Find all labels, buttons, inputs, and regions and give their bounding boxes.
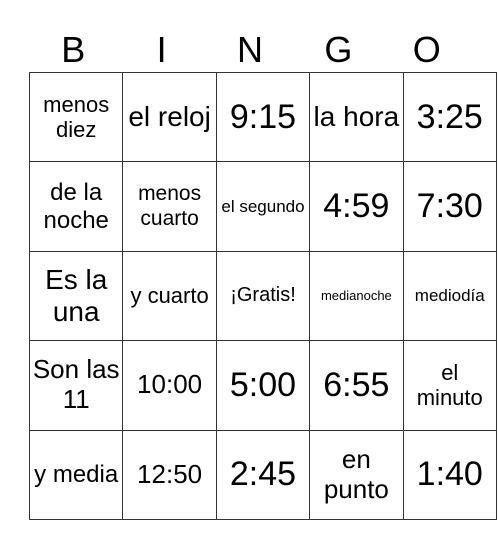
- bingo-cell[interactable]: y media: [28, 429, 124, 520]
- bingo-cell[interactable]: medianoche: [309, 250, 404, 342]
- bingo-cell[interactable]: el segundo: [215, 161, 311, 252]
- bingo-cell[interactable]: 5:00: [215, 340, 311, 431]
- bingo-cell[interactable]: el minuto: [402, 340, 497, 431]
- bingo-cell[interactable]: 12:50: [122, 429, 217, 520]
- header-letter: O: [412, 29, 441, 70]
- bingo-cell[interactable]: menos diez: [28, 71, 124, 163]
- bingo-cell[interactable]: la hora: [309, 71, 404, 163]
- bingo-cell[interactable]: Es la una: [28, 250, 124, 342]
- bingo-cell[interactable]: y cuarto: [122, 250, 217, 342]
- bingo-cell[interactable]: 2:45: [215, 429, 311, 520]
- bingo-cell[interactable]: 1:40: [402, 429, 497, 520]
- bingo-grid: menos diez el reloj 9:15 la hora 3:25 de la n…: [28, 71, 497, 520]
- bingo-row: Son las 11 10:00 5:00 6:55 el minuto: [28, 340, 497, 431]
- header-letter: I: [156, 29, 167, 70]
- bingo-row: de la noche menos cuarto el segundo 4:59 7:3…: [28, 161, 497, 252]
- bingo-header: B I N G O: [29, 28, 471, 72]
- bingo-cell[interactable]: 10:00: [122, 340, 217, 431]
- header-letter: N: [236, 29, 263, 70]
- bingo-cell[interactable]: ¡Gratis!: [215, 250, 311, 342]
- bingo-cell[interactable]: 9:15: [215, 71, 311, 163]
- bingo-cell[interactable]: 3:25: [402, 71, 497, 163]
- bingo-cell[interactable]: mediodía: [402, 250, 497, 342]
- bingo-cell[interactable]: de la noche: [28, 161, 124, 252]
- bingo-cell[interactable]: 4:59: [309, 161, 404, 252]
- bingo-cell[interactable]: el reloj: [122, 71, 217, 163]
- bingo-cell[interactable]: en punto: [309, 429, 404, 520]
- bingo-row: menos diez el reloj 9:15 la hora 3:25: [28, 71, 497, 163]
- bingo-cell[interactable]: menos cuarto: [122, 161, 217, 252]
- bingo-cell[interactable]: Son las 11: [28, 340, 124, 431]
- bingo-row: y media 12:50 2:45 en punto 1:40: [28, 429, 497, 520]
- bingo-cell[interactable]: 7:30: [402, 161, 497, 252]
- bingo-row: Es la una y cuarto ¡Gratis! medianoche medio…: [28, 250, 497, 342]
- header-letter: G: [324, 29, 353, 70]
- header-letter: B: [61, 29, 86, 70]
- bingo-cell[interactable]: 6:55: [309, 340, 404, 431]
